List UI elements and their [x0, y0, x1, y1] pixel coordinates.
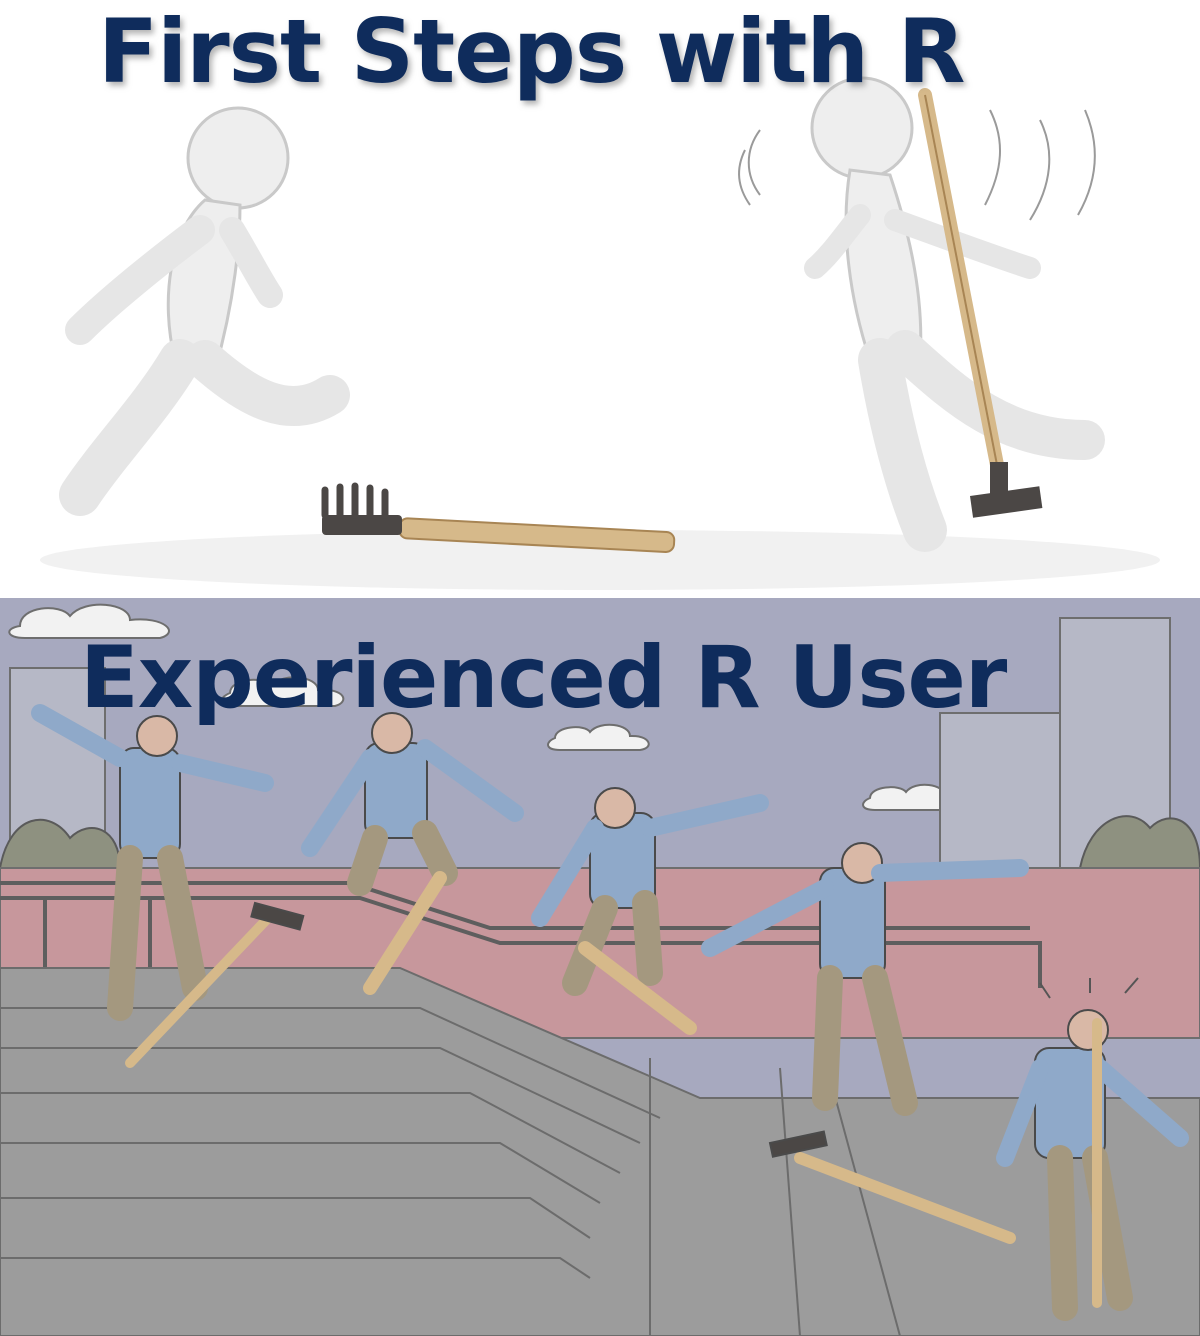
top-caption: First Steps with R	[98, 0, 965, 103]
left-stick-figure	[59, 106, 350, 516]
rake-standing-icon	[918, 88, 1043, 518]
motion-lines	[738, 109, 1096, 221]
right-stick-figure	[804, 76, 1105, 552]
top-panel: First Steps with R	[0, 0, 1200, 598]
meme-image: First Steps with R Experienced R User	[0, 0, 1200, 1336]
bottom-caption: Experienced R User	[80, 628, 1007, 728]
bottom-panel: Experienced R User	[0, 598, 1200, 1336]
